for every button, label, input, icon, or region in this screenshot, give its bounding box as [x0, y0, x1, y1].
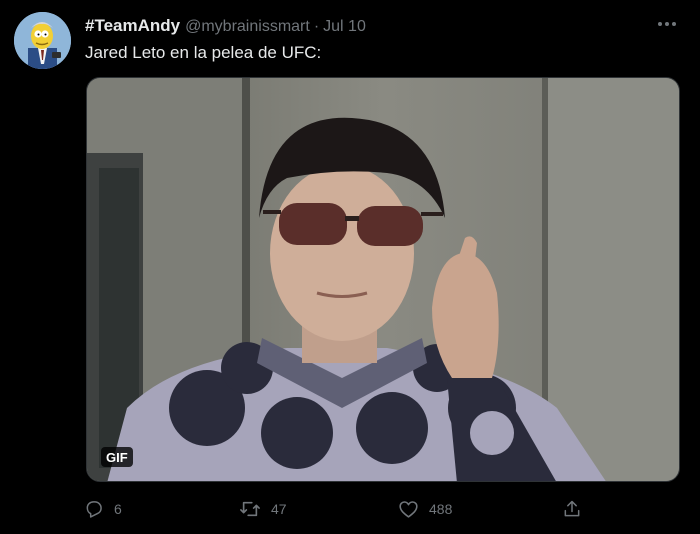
reply-button[interactable]: 6 — [84, 496, 122, 522]
share-button[interactable] — [562, 496, 582, 522]
like-button[interactable]: 488 — [398, 496, 452, 522]
cartoon-avatar-icon — [14, 12, 71, 69]
tweet-date[interactable]: Jul 10 — [323, 18, 366, 36]
reply-icon — [86, 501, 102, 518]
tweet-text: Jared Leto en la pelea de UFC: — [85, 43, 322, 62]
like-count: 488 — [429, 501, 453, 517]
heart-icon — [399, 501, 418, 518]
avatar[interactable] — [14, 12, 71, 69]
display-name[interactable]: #TeamAndy — [85, 16, 180, 36]
more-horizontal-icon — [658, 22, 676, 26]
tweet-header: #TeamAndy @mybrainissmart · Jul 10 — [85, 16, 366, 36]
tweet-media-gif[interactable]: GIF — [86, 77, 680, 482]
gif-badge: GIF — [101, 447, 133, 467]
gif-image — [87, 78, 679, 481]
separator-dot: · — [313, 18, 320, 35]
retweet-icon — [240, 501, 260, 517]
reply-count: 6 — [114, 501, 122, 517]
user-handle[interactable]: @mybrainissmart — [185, 18, 310, 36]
share-icon — [564, 500, 580, 517]
more-options-button[interactable] — [652, 13, 682, 35]
retweet-count: 47 — [271, 501, 287, 517]
retweet-button[interactable]: 47 — [239, 496, 287, 522]
tweet-actions: 6 47 488 — [84, 496, 594, 522]
